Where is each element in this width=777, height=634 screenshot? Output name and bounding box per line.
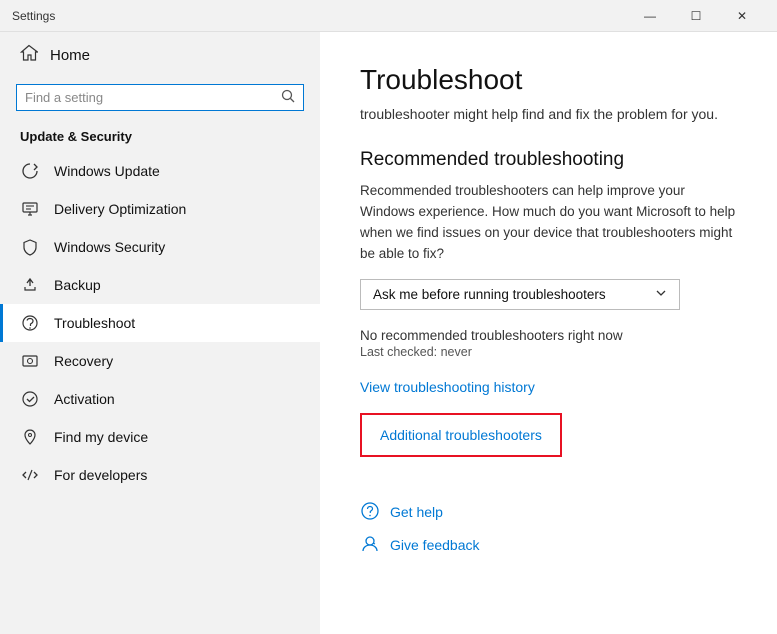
sidebar-item-label: Windows Update: [54, 163, 160, 179]
page-title: Troubleshoot: [360, 64, 737, 96]
delivery-optimization-icon: [20, 200, 40, 218]
troubleshoot-icon: [20, 314, 40, 332]
additional-troubleshooters-box: Additional troubleshooters: [360, 413, 562, 457]
sidebar: Home Update & Security: [0, 32, 320, 634]
chevron-down-icon: [655, 287, 667, 302]
sidebar-item-label: Find my device: [54, 429, 148, 445]
view-history-link[interactable]: View troubleshooting history: [360, 379, 535, 395]
last-checked-text: Last checked: never: [360, 345, 737, 359]
sidebar-item-label: Windows Security: [54, 239, 165, 255]
troubleshooter-dropdown[interactable]: Ask me before running troubleshooters: [360, 279, 680, 310]
backup-icon: [20, 276, 40, 294]
settings-window: Settings — ☐ ✕ Home: [0, 0, 777, 634]
sidebar-item-label: Activation: [54, 391, 115, 407]
recovery-icon: [20, 352, 40, 370]
sidebar-item-find-my-device[interactable]: Find my device: [0, 418, 320, 456]
sidebar-item-delivery-optimization[interactable]: Delivery Optimization: [0, 190, 320, 228]
search-input[interactable]: [25, 90, 281, 105]
get-help-icon: [360, 501, 380, 524]
sidebar-item-label: For developers: [54, 467, 147, 483]
windows-update-icon: [20, 162, 40, 180]
minimize-button[interactable]: —: [627, 0, 673, 32]
get-help-link[interactable]: Get help: [390, 504, 443, 520]
sidebar-item-activation[interactable]: Activation: [0, 380, 320, 418]
sidebar-item-windows-security[interactable]: Windows Security: [0, 228, 320, 266]
sidebar-section-title: Update & Security: [0, 123, 320, 152]
give-feedback-icon: [360, 534, 380, 557]
give-feedback-item: Give feedback: [360, 534, 737, 557]
no-troubleshooters-text: No recommended troubleshooters right now: [360, 328, 737, 343]
help-links: Get help Give feedback: [360, 501, 737, 557]
sidebar-item-home[interactable]: Home: [0, 32, 320, 78]
main-content: Troubleshoot troubleshooter might help f…: [320, 32, 777, 634]
window-title: Settings: [12, 9, 627, 23]
sidebar-item-windows-update[interactable]: Windows Update: [0, 152, 320, 190]
sidebar-item-label: Delivery Optimization: [54, 201, 186, 217]
sidebar-item-label: Backup: [54, 277, 101, 293]
search-box[interactable]: [16, 84, 304, 111]
find-my-device-icon: [20, 428, 40, 446]
sidebar-item-recovery[interactable]: Recovery: [0, 342, 320, 380]
sidebar-item-for-developers[interactable]: For developers: [0, 456, 320, 494]
maximize-button[interactable]: ☐: [673, 0, 719, 32]
close-button[interactable]: ✕: [719, 0, 765, 32]
recommended-section-title: Recommended troubleshooting: [360, 149, 737, 171]
sidebar-item-troubleshoot[interactable]: Troubleshoot: [0, 304, 320, 342]
get-help-item: Get help: [360, 501, 737, 524]
recommended-section-desc: Recommended troubleshooters can help imp…: [360, 181, 737, 265]
page-subtitle: troubleshooter might help find and fix t…: [360, 104, 737, 125]
dropdown-value: Ask me before running troubleshooters: [373, 287, 606, 302]
sidebar-item-label: Recovery: [54, 353, 113, 369]
home-label: Home: [50, 47, 90, 64]
additional-troubleshooters-link[interactable]: Additional troubleshooters: [380, 427, 542, 443]
content-area: Home Update & Security: [0, 32, 777, 634]
title-bar: Settings — ☐ ✕: [0, 0, 777, 32]
home-icon: [20, 44, 38, 66]
windows-security-icon: [20, 238, 40, 256]
give-feedback-link[interactable]: Give feedback: [390, 537, 480, 553]
sidebar-item-backup[interactable]: Backup: [0, 266, 320, 304]
window-controls: — ☐ ✕: [627, 0, 765, 32]
for-developers-icon: [20, 466, 40, 484]
sidebar-item-label: Troubleshoot: [54, 315, 135, 331]
search-icon: [281, 89, 295, 106]
activation-icon: [20, 390, 40, 408]
